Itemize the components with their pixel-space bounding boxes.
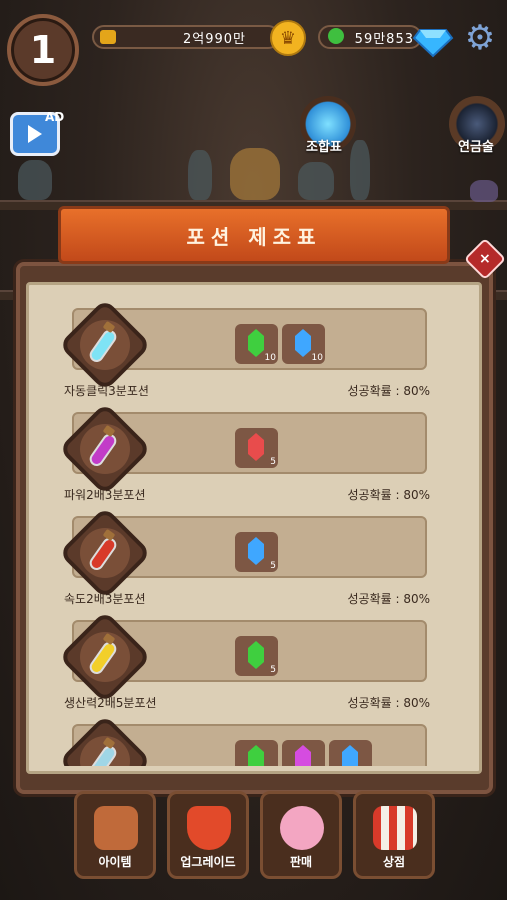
- ingredient-slot: [329, 740, 372, 766]
- red-gem-icon: [248, 433, 264, 461]
- gold-amount: 2억990만: [182, 31, 246, 47]
- ingredient-count: 10: [311, 353, 323, 363]
- nav-label: 업그레이드: [180, 855, 236, 869]
- level-number: 1: [29, 28, 57, 72]
- nav-item-upgrade[interactable]: 업그레이드: [167, 791, 249, 879]
- success-rate: 성공확률 : 80%: [347, 696, 430, 710]
- recipe-item[interactable]: [40, 712, 470, 766]
- ad-label: AD: [45, 110, 65, 124]
- ingredient-list: [235, 740, 372, 766]
- ingredient-slot: 5: [235, 636, 278, 676]
- potion-icon-bg: [80, 632, 130, 682]
- backpack-icon: [94, 806, 138, 850]
- ingredient-slot: 5: [235, 532, 278, 572]
- nav-label: 상점: [382, 855, 406, 869]
- potion-icon: [86, 639, 120, 677]
- ingredient-slot: [282, 740, 325, 766]
- gem-amount: 59만853: [354, 31, 414, 47]
- gold-coin-icon: [100, 30, 116, 44]
- panel-title: 포션 제조표: [186, 224, 322, 249]
- success-rate: 성공확률 : 80%: [347, 488, 430, 502]
- play-icon: [28, 125, 42, 143]
- blue-gem-icon: [342, 745, 358, 766]
- recipe-list[interactable]: 10 10 자동클릭3분포션 성공확률 : 80% 5 파워2배3분포션 성공확…: [40, 296, 470, 766]
- recipe-name: 파워2배3분포션: [64, 488, 146, 502]
- recipe-name: 속도2배3분포션: [64, 592, 146, 606]
- ingredient-list: 10 10: [235, 324, 325, 364]
- potion-icon: [86, 327, 120, 365]
- green-gem-icon: [248, 641, 264, 669]
- green-gem-icon: [248, 329, 264, 357]
- background-bottle: [188, 150, 212, 200]
- green-gem-icon: [248, 745, 264, 766]
- success-rate: 성공확률 : 80%: [347, 592, 430, 606]
- recipe-name: 자동클릭3분포션: [64, 384, 149, 398]
- background-bottle: [18, 160, 52, 200]
- diamond-icon[interactable]: [412, 18, 454, 60]
- nav-item-shop[interactable]: 상점: [353, 791, 435, 879]
- ingredient-count: 5: [270, 457, 276, 467]
- ingredient-count: 5: [270, 561, 276, 571]
- background-bottle: [298, 162, 334, 200]
- background-bottle: [470, 180, 498, 202]
- gold-counter: 2억990만: [92, 25, 280, 49]
- ingredient-count: 10: [264, 353, 276, 363]
- blue-gem-icon: [295, 329, 311, 357]
- background-bottle: [230, 148, 280, 200]
- combo-table-label: 조합표: [306, 140, 342, 155]
- ingredient-slot: 10: [235, 324, 278, 364]
- green-gem-icon: [328, 28, 344, 44]
- background-bottle: [350, 140, 370, 200]
- nav-label: 아이템: [98, 855, 132, 869]
- crown-icon[interactable]: ♛: [270, 20, 306, 56]
- nav-item-sell[interactable]: 판매: [260, 791, 342, 879]
- alchemy-label: 연금술: [458, 140, 494, 155]
- level-badge: 1: [7, 14, 79, 86]
- potion-icon-bg: [80, 736, 130, 766]
- blue-gem-icon: [248, 537, 264, 565]
- recipe-item[interactable]: 5 속도2배3분포션 성공확률 : 80%: [40, 504, 470, 608]
- panel-title-ribbon: 포션 제조표: [58, 206, 450, 264]
- purple-gem-icon: [295, 745, 311, 766]
- potion-icon-bg: [80, 424, 130, 474]
- potion-icon-bg: [80, 320, 130, 370]
- recipe-item[interactable]: 5 파워2배3분포션 성공확률 : 80%: [40, 400, 470, 504]
- gear-icon[interactable]: ⚙: [462, 20, 498, 56]
- piggy-bank-icon: [280, 806, 324, 850]
- nav-label: 판매: [289, 855, 313, 869]
- recipe-item[interactable]: 10 10 자동클릭3분포션 성공확률 : 80%: [40, 296, 470, 400]
- potion-icon: [86, 431, 120, 469]
- ingredient-slot: 10: [282, 324, 325, 364]
- ingredient-list: 5: [235, 636, 278, 676]
- recipe-name: 생산력2배5분포션: [64, 696, 157, 710]
- potion-icon: [86, 743, 120, 766]
- close-icon: ×: [479, 250, 491, 267]
- shield-plus-icon: [187, 806, 231, 850]
- potion-icon: [86, 535, 120, 573]
- ingredient-slot: [235, 740, 278, 766]
- ingredient-count: 5: [270, 665, 276, 675]
- shop-stall-icon: [373, 806, 417, 850]
- ingredient-slot: 5: [235, 428, 278, 468]
- recipe-item[interactable]: 5 생산력2배5분포션 성공확률 : 80%: [40, 608, 470, 712]
- ingredient-list: 5: [235, 428, 278, 468]
- success-rate: 성공확률 : 80%: [347, 384, 430, 398]
- nav-item-items[interactable]: 아이템: [74, 791, 156, 879]
- ingredient-list: 5: [235, 532, 278, 572]
- potion-icon-bg: [80, 528, 130, 578]
